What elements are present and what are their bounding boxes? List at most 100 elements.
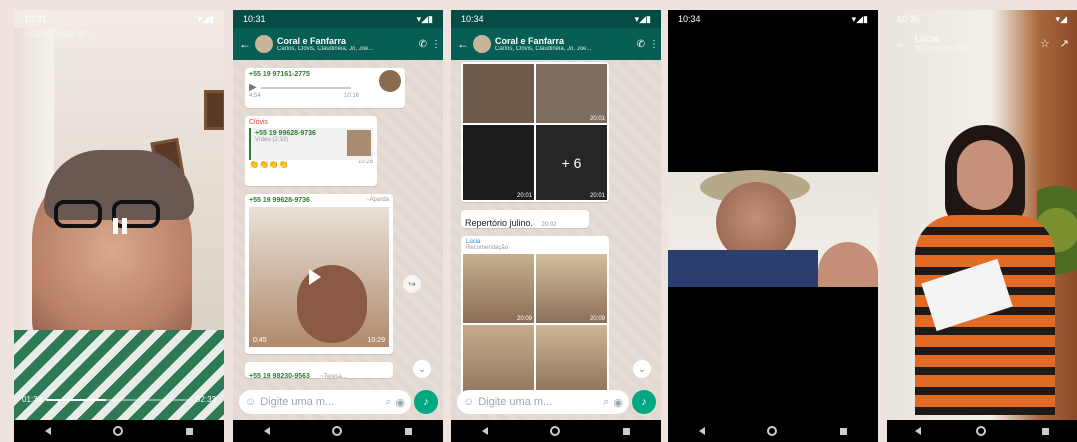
forward-icon[interactable]: ↪: [403, 275, 421, 293]
chat-title-area[interactable]: Coral e Fanfarra Carlos, Clóvis, Claudin…: [277, 36, 415, 52]
mic-button[interactable]: ♪: [632, 390, 656, 414]
mic-icon: ♪: [423, 396, 429, 408]
media-thumbnail[interactable]: 20:01: [536, 64, 607, 123]
call-icon[interactable]: ✆: [419, 39, 427, 50]
media-thumbnail[interactable]: [463, 325, 534, 394]
elapsed-time: 01:34: [22, 395, 43, 404]
media-thumbnail[interactable]: 20:01: [463, 125, 534, 200]
input-placeholder: Digite uma m...: [478, 396, 553, 408]
contact-date: 30 de junho 19:44: [915, 45, 972, 52]
video-message[interactable]: +55 19 99628-9736 ~Aparda 0:45 10:29: [245, 194, 393, 354]
audio-track[interactable]: [260, 86, 351, 89]
input-placeholder: Digite uma m...: [260, 396, 335, 408]
camera-icon[interactable]: ◉: [395, 396, 405, 409]
back-icon[interactable]: [699, 427, 706, 435]
media-thumbnail[interactable]: 20:09: [463, 254, 534, 323]
more-menu-icon[interactable]: ⋮: [431, 39, 441, 50]
back-icon[interactable]: [45, 427, 52, 435]
more-menu-icon[interactable]: ⋮: [649, 39, 659, 50]
progress-track[interactable]: [46, 398, 192, 401]
share-icon[interactable]: ↗: [1060, 37, 1069, 50]
call-icon[interactable]: ✆: [637, 39, 645, 50]
chat-subtitle: Carlos, Clóvis, Claudinéia, Jo, Joe...: [495, 46, 592, 52]
home-icon[interactable]: [976, 426, 987, 436]
media-thumbnail[interactable]: [536, 325, 607, 394]
sender-avatar: [379, 69, 401, 92]
scroll-down-icon[interactable]: ⌄: [633, 360, 651, 378]
message-input[interactable]: ☺ Digite uma m... ⌕ ◉: [457, 390, 629, 414]
nav-bar: [233, 420, 443, 442]
home-icon[interactable]: [767, 426, 778, 436]
group-avatar[interactable]: [473, 35, 491, 53]
back-icon[interactable]: [264, 427, 271, 435]
pause-icon: [113, 218, 118, 234]
media-grid-message[interactable]: 20:01 20:01 + 6 20:01: [461, 62, 609, 202]
reply-message[interactable]: Clóvis +55 19 99628-9736 Vídeo (2:33) 👏👏…: [245, 116, 377, 186]
home-icon[interactable]: [550, 426, 561, 436]
emoji-icon[interactable]: ☺: [463, 396, 474, 408]
video-progress[interactable]: 01:34 02:33: [22, 395, 216, 404]
wall-picture: [204, 90, 224, 130]
media-thumbnail[interactable]: 20:09: [536, 254, 607, 323]
play-icon[interactable]: ▶: [249, 82, 257, 93]
chat-title: Coral e Fanfarra: [277, 36, 347, 46]
back-arrow-icon[interactable]: ←: [457, 37, 469, 51]
text-message[interactable]: Repertório julino. 20:02: [461, 210, 589, 228]
play-icon[interactable]: [309, 269, 321, 285]
phone-video-landscape: 10:34 ▾◢▮: [668, 10, 878, 442]
partial-message[interactable]: +55 19 98230-9563 ~Teresa...: [245, 362, 393, 380]
mic-button[interactable]: ♪: [414, 390, 438, 414]
quoted-message[interactable]: +55 19 99628-9736 Vídeo (2:33): [249, 128, 373, 160]
nav-bar: [451, 420, 661, 442]
person-face: [957, 140, 1013, 210]
recents-icon[interactable]: [185, 427, 193, 435]
message-input[interactable]: ☺ Digite uma m... ⌕ ◉: [239, 390, 411, 414]
reply-media-message[interactable]: Lúcia Recomendação 20:09 20:09: [461, 236, 609, 404]
header-actions: ☆ ↗: [1040, 37, 1069, 50]
contact-name: Lúcia: [915, 34, 939, 45]
status-icons: ▾◢▮: [197, 14, 214, 24]
total-time: 02:33: [195, 395, 216, 404]
pause-button[interactable]: [109, 215, 131, 237]
status-time: 10:35: [897, 14, 920, 24]
chat-title-area[interactable]: Coral e Fanfarra Carlos, Clóvis, Claudin…: [495, 36, 633, 52]
contact-info: Lúcia 30 de junho 19:44: [915, 34, 971, 52]
message-sender: +55 19 97161-2775: [249, 71, 310, 78]
more-count: + 6: [561, 154, 582, 171]
star-icon[interactable]: ☆: [1040, 37, 1050, 50]
message-sender: Clóvis: [249, 119, 269, 126]
home-icon[interactable]: [113, 426, 124, 436]
recents-icon[interactable]: [1042, 427, 1050, 435]
recents-icon[interactable]: [839, 427, 847, 435]
message-time: 10:16: [343, 93, 359, 99]
back-arrow-icon[interactable]: ←: [239, 37, 251, 51]
back-icon[interactable]: [914, 427, 921, 435]
status-bar: 10:34 ▾◢▮: [668, 10, 878, 28]
attach-icon[interactable]: ⌕: [603, 396, 609, 409]
video-thumbnail[interactable]: 0:45 10:29: [249, 207, 389, 347]
audio-message[interactable]: +55 19 97161-2775 ▶ 4:54 10:16: [245, 68, 405, 108]
status-icons: ▾◢▮: [851, 14, 868, 24]
message-sender: +55 19 98230-9563: [249, 373, 310, 380]
more-media-tile[interactable]: + 6 20:01: [536, 125, 607, 200]
person-shirt: [668, 250, 818, 287]
camera-icon[interactable]: ◉: [613, 396, 623, 409]
phone-chat-2: 10:34 ▾◢▮ ← Coral e Fanfarra Carlos, Cló…: [451, 10, 661, 442]
video-duration: 0:45: [253, 337, 267, 344]
media-thumbnail[interactable]: [463, 64, 534, 123]
recents-icon[interactable]: [404, 427, 412, 435]
emoji-icon[interactable]: ☺: [245, 396, 256, 408]
back-icon[interactable]: [482, 427, 489, 435]
back-arrow-icon[interactable]: ←: [895, 36, 907, 50]
scroll-down-icon[interactable]: ⌄: [413, 360, 431, 378]
status-icons: ▾◢▮: [634, 14, 651, 24]
phone-media-viewer: 10:35 ▾◢ ← Lúcia 30 de junho 19:44 ☆ ↗: [887, 10, 1077, 442]
progress-fill: [46, 398, 106, 401]
attach-icon[interactable]: ⌕: [385, 396, 391, 409]
sender-tag: ~Teresa...: [320, 374, 347, 380]
recents-icon[interactable]: [622, 427, 630, 435]
message-sender: +55 19 99628-9736: [249, 197, 310, 204]
home-icon[interactable]: [332, 426, 343, 436]
message-text: Repertório julino.: [465, 218, 534, 228]
group-avatar[interactable]: [255, 35, 273, 53]
